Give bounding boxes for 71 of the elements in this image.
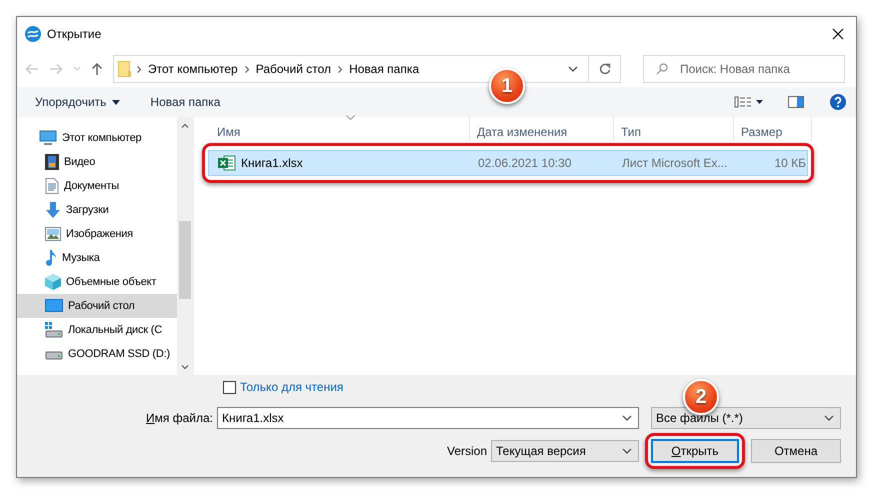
refresh-button[interactable] [589,55,621,83]
version-label: Version [447,444,488,458]
file-name: Книга1.xlsx [211,151,471,175]
breadcrumb[interactable]: Рабочий стол [256,62,332,76]
column-header[interactable]: Дата изменения [470,117,614,141]
picture-icon [45,227,61,241]
chevron-right-icon [244,66,249,72]
music-note-icon [45,250,57,266]
sidebar-item[interactable]: Этот компьютер [17,126,177,150]
file-name-label: Имя файла: [145,411,214,425]
film-icon [45,154,59,170]
drive-icon [45,322,63,338]
search-placeholder: Поиск: Новая папка [680,62,790,76]
search-field[interactable]: Поиск: Новая папка [643,55,845,83]
desktop-icon [45,299,63,313]
chevron-down-icon[interactable] [622,415,632,421]
chevron-down-icon [622,448,632,454]
file-name-field[interactable]: Книга1.xlsx [217,407,639,429]
app-icon [25,26,41,42]
scrollbar-thumb[interactable] [179,221,191,299]
breadcrumb[interactable]: Этот компьютер [148,62,238,76]
organize-menu[interactable]: Упорядочить [35,95,120,109]
breadcrumb[interactable]: Новая папка [349,62,420,76]
sidebar-item[interactable]: Документы [17,174,177,198]
preview-pane-icon[interactable] [788,96,804,108]
sidebar-item[interactable]: Рабочий стол [17,294,177,318]
view-options-icon[interactable] [734,96,764,108]
dropdown-arrow-icon [112,100,120,104]
read-only-label[interactable]: Только для чтения [240,380,344,394]
scroll-down-icon[interactable] [181,364,189,370]
read-only-checkbox[interactable] [223,380,236,394]
folder-icon [118,61,131,77]
refresh-icon [598,63,610,75]
sidebar-item[interactable]: Изображения [17,222,177,246]
spreadsheet-file-icon [218,155,236,171]
new-folder-button[interactable]: Новая папка [150,95,220,109]
open-button[interactable]: Открыть [651,439,739,463]
sidebar-item[interactable]: Видео [17,150,177,174]
sidebar-item[interactable]: Загрузки [17,198,177,222]
scroll-up-icon[interactable] [181,122,189,128]
file-size: 10 КБ [773,155,807,172]
sidebar-item[interactable]: GOODRAM SSD (D:) [17,342,177,366]
sort-chevron-icon [346,115,355,120]
cancel-button[interactable]: Отмена [751,439,841,463]
version-dropdown[interactable]: Текущая версия [491,440,639,462]
window-title: Открытие [47,27,102,41]
column-header[interactable]: Размер [734,117,812,141]
chevron-right-icon [338,66,342,72]
search-icon [656,63,668,75]
file-row[interactable]: Книга1.xlsx 02.06.2021 10:30 Лист Microsoft Ex... 10 КБ [208,150,808,176]
drive-icon [45,350,63,360]
computer-icon [39,130,57,146]
sidebar-item[interactable]: Локальный диск (C [17,318,177,342]
column-header[interactable]: Имя [210,117,470,141]
chevron-down-icon[interactable] [568,66,578,72]
step-badge: 1 [489,68,525,104]
up-arrow-icon[interactable] [91,62,103,76]
modified-date: 02.06.2021 10:30 [477,155,572,172]
chevron-down-icon [824,415,834,421]
scrollbar[interactable] [177,117,193,375]
download-arrow-icon [45,202,61,218]
cube-icon [45,274,61,290]
sidebar-item[interactable]: Объемные объект [17,270,177,294]
document-icon [45,178,59,194]
chevron-right-icon [137,66,141,72]
close-icon[interactable] [832,28,844,40]
file-type: Лист Microsoft Ex... [621,155,728,172]
file-type-dropdown[interactable]: Все файлы (*.*) [651,407,841,429]
column-header[interactable]: Тип [614,117,734,141]
help-icon[interactable] [830,94,846,110]
sidebar-item[interactable]: Музыка [17,246,177,270]
